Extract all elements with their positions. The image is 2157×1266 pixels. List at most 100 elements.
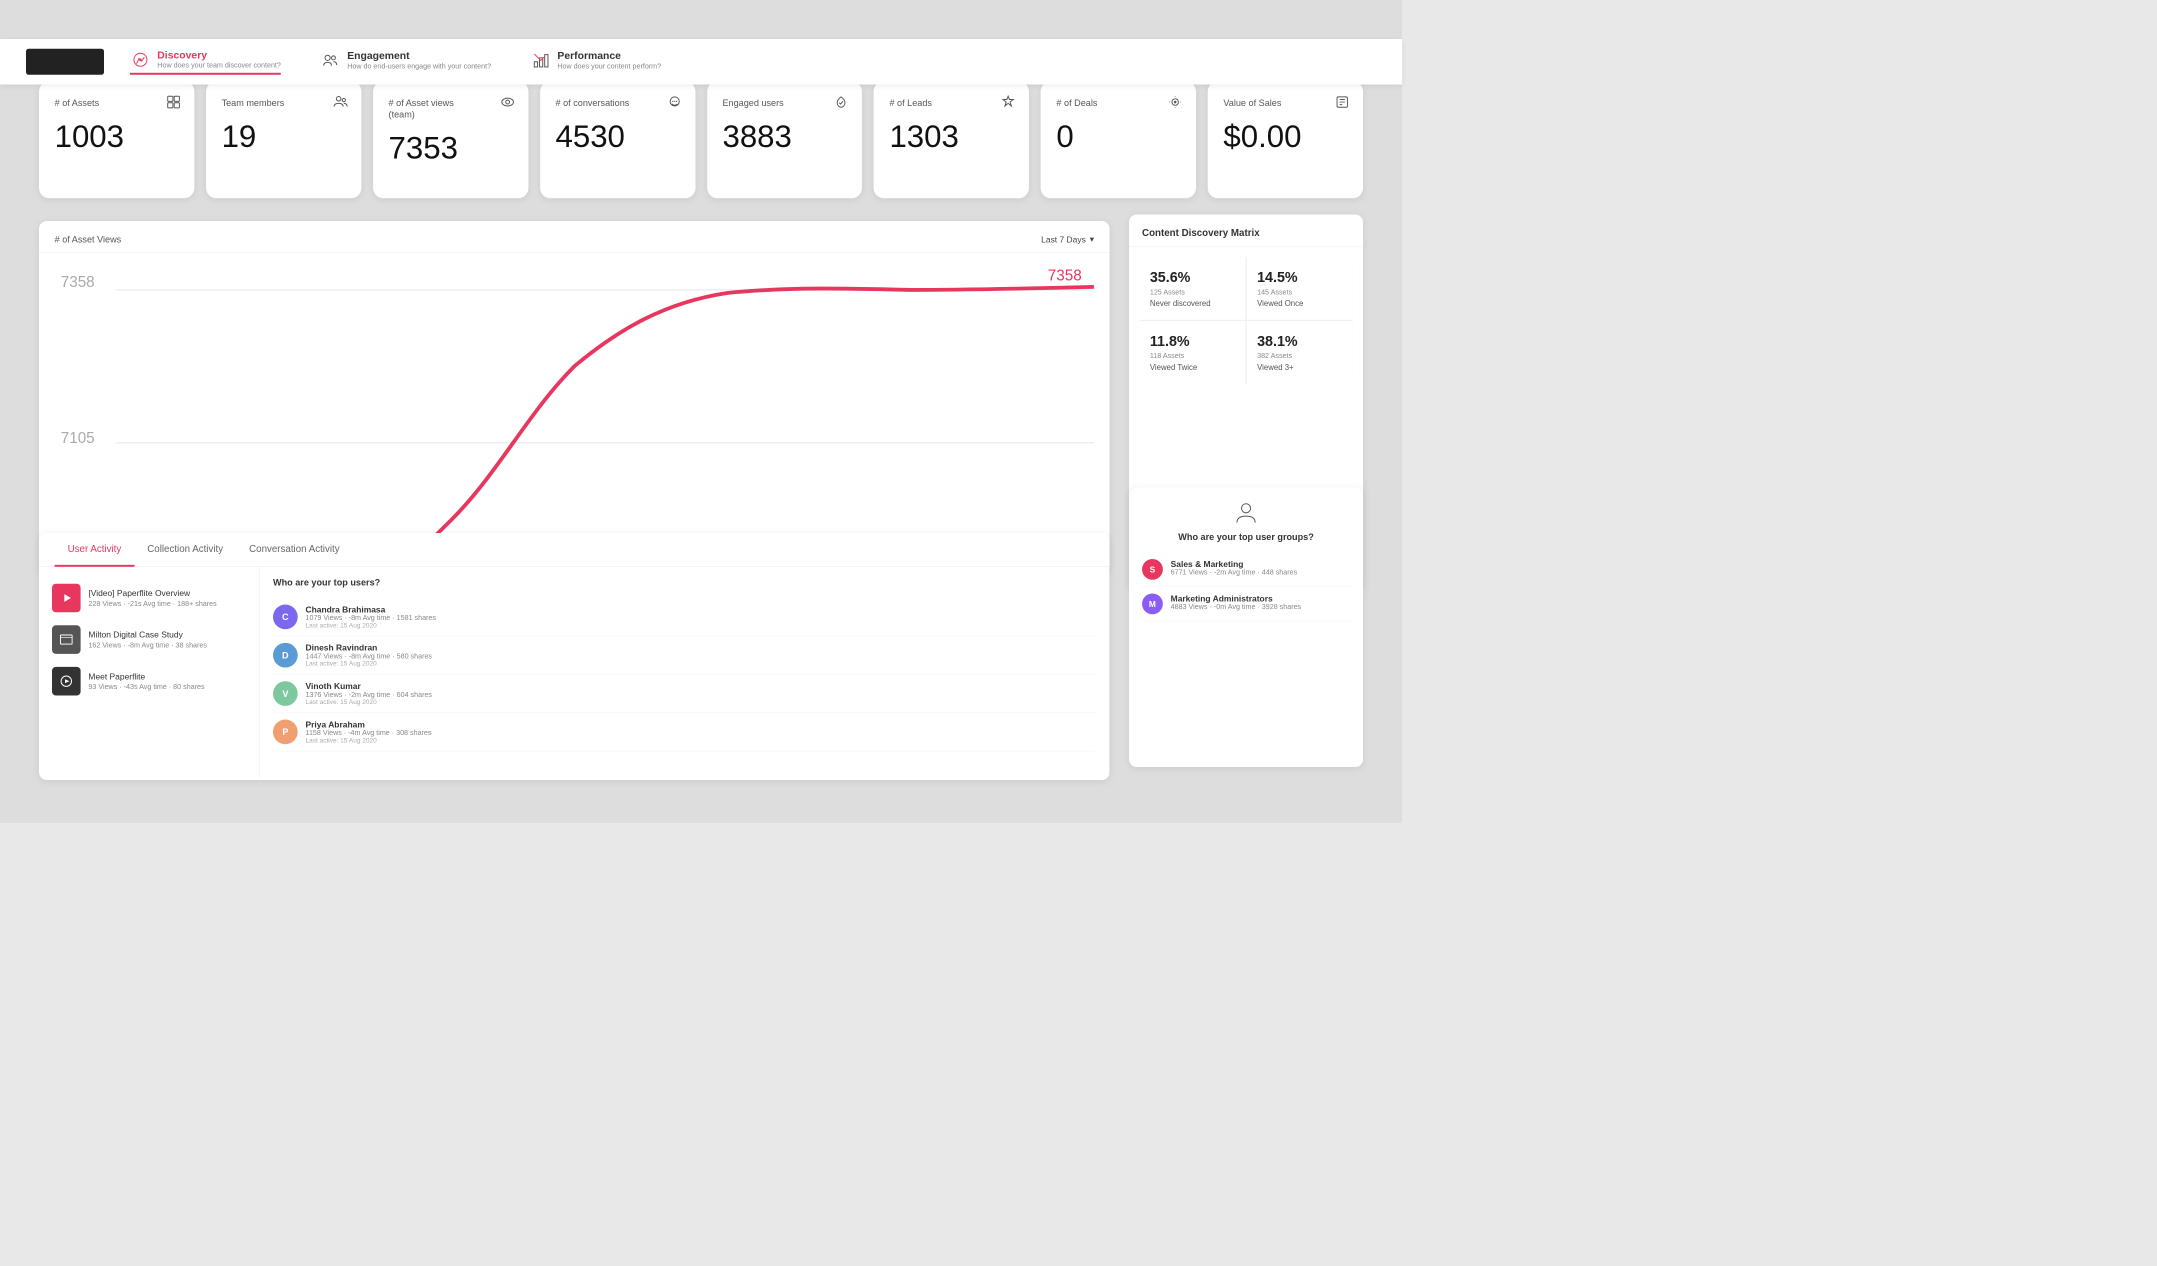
matrix-cell-3plus: 38.1% 382 Assets Viewed 3+ [1247, 321, 1353, 383]
user-avatar-3: V [273, 681, 298, 706]
svg-text:7105: 7105 [61, 430, 95, 447]
cell-label-once: Viewed Once [1257, 299, 1342, 308]
group-stats-2: 4883 Views · -0m Avg time · 3928 shares [1171, 603, 1301, 611]
assets-icon [166, 94, 182, 113]
stat-card-engaged: Engaged users 3883 [707, 81, 862, 198]
user-avatar-4: P [273, 720, 298, 745]
svg-text:7358: 7358 [1048, 268, 1082, 285]
engagement-icon [320, 50, 341, 71]
svg-text:7358: 7358 [61, 274, 95, 291]
user-last-1: Last active: 15 Aug 2020 [306, 622, 436, 629]
user-name-2: Dinesh Ravindran [306, 643, 433, 653]
views-icon [500, 94, 516, 113]
views-label: # of Asset views (team) [389, 97, 476, 121]
stat-card-leads: # of Leads 1303 [874, 81, 1029, 198]
user-stats-4: 1158 Views · -4m Avg time · 308 shares [306, 729, 432, 737]
matrix-cell-twice: 11.8% 118 Assets Viewed Twice [1139, 321, 1245, 383]
cell-pct-once: 14.5% [1257, 269, 1342, 286]
cell-label-twice: Viewed Twice [1150, 363, 1235, 372]
asset-stats-3: 93 Views · -43s Avg time · 80 shares [88, 683, 204, 691]
user-last-3: Last active: 15 Aug 2020 [306, 699, 433, 706]
discovery-panel-title: Content Discovery Matrix [1129, 214, 1363, 247]
stat-card-sales: Value of Sales $0.00 [1208, 81, 1363, 198]
stat-card-team: Team members 19 [206, 81, 361, 198]
tab-performance[interactable]: Performance How does your content perfor… [530, 50, 661, 73]
person-icon [1233, 500, 1259, 526]
nav-tabs: Discovery How does your team discover co… [130, 49, 661, 74]
top-users-section: Who are your top users? C Chandra Brahim… [260, 567, 1110, 778]
conversations-label: # of conversations [556, 97, 643, 109]
cell-label-never: Never discovered [1150, 299, 1235, 308]
group-avatar-sales: S [1142, 559, 1163, 580]
asset-thumb-2 [52, 625, 81, 654]
deals-label: # of Deals [1056, 97, 1143, 109]
tab-user-activity[interactable]: User Activity [55, 533, 135, 567]
chart-svg: 7358 7105 4955 09-Aug 10-Aug 11-Aug 12-A… [55, 259, 1094, 576]
list-item[interactable]: [Video] Paperflite Overview 228 Views · … [39, 577, 259, 619]
asset-thumb-3 [52, 667, 81, 696]
groups-title: Who are your top user groups? [1178, 532, 1314, 542]
chart-header: # of Asset Views Last 7 Days ▾ [39, 221, 1110, 253]
tab-conversation-activity[interactable]: Conversation Activity [236, 533, 353, 567]
matrix-grid: 35.6% 125 Assets Never discovered 14.5% … [1139, 257, 1352, 383]
asset-name-2: Milton Digital Case Study [88, 630, 207, 640]
asset-thumb-1 [52, 584, 81, 613]
main-container: Discovery How does your team discover co… [0, 0, 1402, 823]
cell-assets-never: 125 Assets [1150, 289, 1235, 297]
top-nav: Discovery How does your team discover co… [0, 39, 1402, 85]
groups-panel: Who are your top user groups? S Sales & … [1129, 487, 1363, 767]
user-stats-1: 1079 Views · -8m Avg time · 1581 shares [306, 614, 436, 622]
leads-label: # of Leads [889, 97, 976, 109]
tab-engagement[interactable]: Engagement How do end-users engage with … [320, 50, 491, 73]
asset-stats-1: 228 Views · -21s Avg time · 188+ shares [88, 600, 216, 608]
stat-card-conversations: # of conversations 4530 [540, 81, 695, 198]
tab-collection-activity[interactable]: Collection Activity [134, 533, 236, 567]
sales-value: $0.00 [1223, 119, 1347, 155]
matrix-cell-never: 35.6% 125 Assets Never discovered [1139, 257, 1245, 319]
list-item[interactable]: Meet Paperflite 93 Views · -43s Avg time… [39, 660, 259, 702]
user-name-3: Vinoth Kumar [306, 681, 433, 691]
group-name-1: Sales & Marketing [1171, 559, 1298, 569]
stat-card-deals: # of Deals 0 [1041, 81, 1196, 198]
chart-filter[interactable]: Last 7 Days ▾ [1041, 234, 1094, 244]
cell-assets-twice: 118 Assets [1150, 352, 1235, 360]
performance-tab-subtitle: How does your content perform? [557, 62, 661, 70]
activity-tabs: User Activity Collection Activity Conver… [39, 533, 1110, 567]
discovery-icon [130, 49, 151, 70]
cell-pct-3plus: 38.1% [1257, 333, 1342, 350]
asset-stats-2: 162 Views · -8m Avg time · 38 shares [88, 642, 207, 650]
asset-list: [Video] Paperflite Overview 228 Views · … [39, 567, 260, 778]
nav-logo [26, 49, 104, 75]
matrix-cell-once: 14.5% 145 Assets Viewed Once [1247, 257, 1353, 319]
stats-row: # of Assets 1003 Team members 19 # of As… [39, 81, 1363, 198]
deals-value: 0 [1056, 119, 1180, 155]
group-item-2: M Marketing Administrators 4883 Views · … [1142, 587, 1350, 621]
assets-label: # of Assets [55, 97, 142, 109]
user-item-1: C Chandra Brahimasa 1079 Views · -8m Avg… [273, 598, 1096, 636]
user-name-1: Chandra Brahimasa [306, 605, 436, 615]
user-avatar-2: D [273, 643, 298, 668]
user-stats-2: 1447 Views · -8m Avg time · 580 shares [306, 653, 433, 661]
conversations-value: 4530 [556, 119, 680, 155]
team-value: 19 [222, 119, 346, 155]
stat-card-assets: # of Assets 1003 [39, 81, 194, 198]
cell-pct-twice: 11.8% [1150, 333, 1235, 350]
activity-panel: User Activity Collection Activity Conver… [39, 533, 1110, 780]
sales-label: Value of Sales [1223, 97, 1310, 109]
views-value: 7353 [389, 131, 513, 167]
list-item[interactable]: Milton Digital Case Study 162 Views · -8… [39, 619, 259, 661]
assets-value: 1003 [55, 119, 179, 155]
cell-pct-never: 35.6% [1150, 269, 1235, 286]
performance-tab-title: Performance [557, 51, 661, 63]
user-stats-3: 1376 Views · -2m Avg time · 604 shares [306, 691, 433, 699]
engaged-label: Engaged users [722, 97, 809, 109]
cell-assets-once: 145 Assets [1257, 289, 1342, 297]
tab-discovery[interactable]: Discovery How does your team discover co… [130, 49, 281, 74]
user-last-2: Last active: 15 Aug 2020 [306, 660, 433, 667]
leads-icon [1001, 94, 1017, 113]
asset-name-1: [Video] Paperflite Overview [88, 588, 216, 598]
user-item-4: P Priya Abraham 1158 Views · -4m Avg tim… [273, 713, 1096, 751]
user-avatar-1: C [273, 605, 298, 630]
leads-value: 1303 [889, 119, 1013, 155]
team-icon [333, 94, 349, 113]
